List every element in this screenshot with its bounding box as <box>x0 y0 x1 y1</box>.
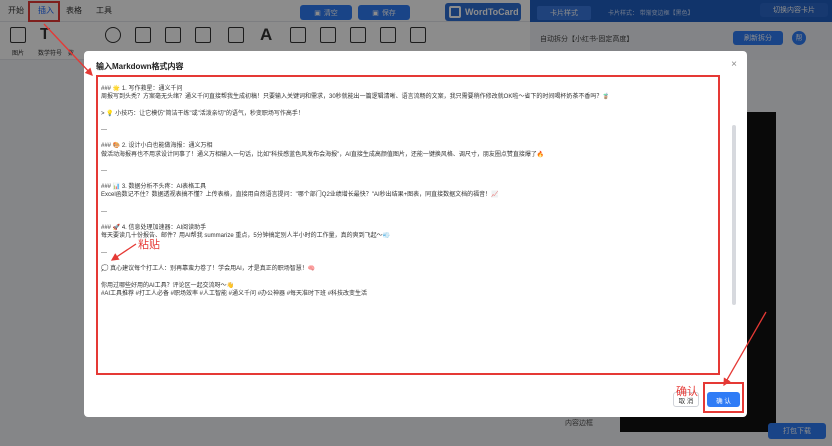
markdown-line: 周报写到头秃？方案毫无头绪？通义千问直接帮我生成初稿！只要输入关键词和需求，30… <box>101 94 610 101</box>
markdown-line: ### 🚀 4. 信息处理加速器：AI阅读助手 <box>101 225 207 232</box>
confirm-button[interactable]: 确 认 <box>707 392 740 407</box>
markdown-line: ### 🌟 1. 写作救星：通义千问 <box>101 86 183 92</box>
markdown-input-dialog: 输入Markdown格式内容 × ### 🌟 1. 写作救星：通义千问周报写到头… <box>84 51 747 417</box>
markdown-line: Excel函数记不住？数据透视表搞不懂？上传表格，直接用自然语言提问："哪个部门… <box>101 192 499 199</box>
markdown-line: --- <box>101 167 107 174</box>
markdown-line: --- <box>101 208 107 215</box>
markdown-line: --- <box>101 249 107 256</box>
dialog-title: 输入Markdown格式内容 <box>96 62 184 71</box>
markdown-textarea[interactable]: ### 🌟 1. 写作救星：通义千问周报写到头秃？方案毫无头绪？通义千问直接帮我… <box>96 75 720 375</box>
markdown-line: ### 🎨 2. 设计小白也能做海报：通义万相 <box>101 143 213 150</box>
markdown-line <box>101 101 713 109</box>
markdown-line <box>101 200 713 208</box>
markdown-line: 每天要读几十份报告、邮件？用AI帮我 summarize 重点，5分钟搞定别人半… <box>101 233 391 240</box>
markdown-line <box>101 159 713 167</box>
textarea-scrollbar[interactable] <box>732 125 736 305</box>
markdown-line: 💭 真心建议每个打工人：别再靠蛮力卷了！学会用AI，才是真正的职场智慧！🧠 <box>101 266 316 273</box>
markdown-text-content[interactable]: ### 🌟 1. 写作救星：通义千问周报写到头秃？方案毫无头绪？通义千问直接帮我… <box>101 85 713 298</box>
close-icon[interactable]: × <box>731 59 737 70</box>
markdown-line <box>101 273 713 281</box>
markdown-line: #AI工具推荐 #打工人必备 #职场效率 #人工智能 #通义千问 #办公神器 #… <box>101 290 368 297</box>
markdown-line: --- <box>101 126 107 133</box>
confirm-annotation: 确认 <box>676 386 698 398</box>
markdown-line: 做活动海报再也不用求设计同事了！通义万相输入一句话，比如"科技感蓝色风发布会海报… <box>101 151 545 158</box>
markdown-line <box>101 118 713 126</box>
markdown-line <box>101 134 713 142</box>
markdown-line <box>101 241 713 249</box>
markdown-line <box>101 175 713 183</box>
markdown-line <box>101 216 713 224</box>
markdown-line: 你用过哪些好用的AI工具？评论区一起交流呀～👋 <box>101 282 235 289</box>
markdown-line: > 💡 小技巧：让它模仿"简洁干练"或"活泼亲切"的语气，秒变职场写作高手！ <box>101 110 304 117</box>
paste-annotation: 粘贴 <box>138 239 160 251</box>
markdown-line <box>101 257 713 265</box>
markdown-line: ### 📊 3. 数据分析不头疼：AI表格工具 <box>101 184 207 191</box>
